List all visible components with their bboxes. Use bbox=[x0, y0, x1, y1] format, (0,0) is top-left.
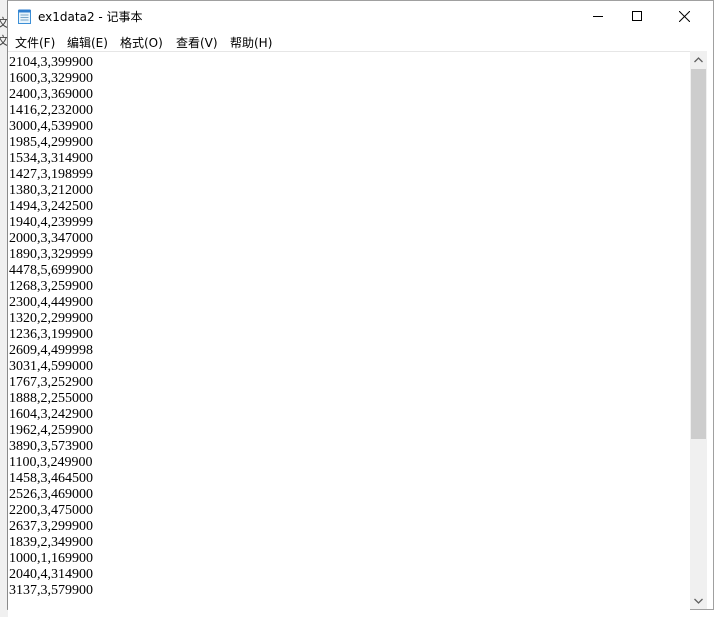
text-line: 1416,2,232000 bbox=[9, 103, 93, 118]
scroll-up-icon bbox=[694, 56, 703, 62]
text-line: 2637,3,299900 bbox=[9, 519, 93, 534]
scroll-down-button[interactable] bbox=[690, 592, 707, 609]
text-line: 1494,3,242500 bbox=[9, 199, 93, 214]
close-button[interactable] bbox=[661, 1, 707, 31]
scroll-down-icon bbox=[694, 598, 703, 604]
text-line: 2200,3,475000 bbox=[9, 503, 93, 518]
text-line: 1268,3,259900 bbox=[9, 279, 93, 294]
text-line: 1100,3,249900 bbox=[9, 455, 93, 470]
text-line: 1320,2,299900 bbox=[9, 311, 93, 326]
maximize-button[interactable] bbox=[614, 1, 660, 31]
text-line: 1767,3,252900 bbox=[9, 375, 93, 390]
text-line: 2300,4,449900 bbox=[9, 295, 93, 310]
text-line: 3890,3,573900 bbox=[9, 439, 93, 454]
text-line: 1890,3,329999 bbox=[9, 247, 93, 262]
text-line: 1534,3,314900 bbox=[9, 151, 93, 166]
menu-bar: 文件(F) 编辑(E) 格式(O) 查看(V) 帮助(H) bbox=[8, 32, 713, 51]
menu-format[interactable]: 格式(O) bbox=[120, 34, 163, 51]
menu-edit[interactable]: 编辑(E) bbox=[67, 34, 108, 51]
text-line: 1000,1,169900 bbox=[9, 551, 93, 566]
close-icon bbox=[678, 10, 690, 22]
notepad-window: ex1data2 - 记事本 文件(F) 编辑(E) 格式(O) 查看(V) 帮… bbox=[7, 0, 714, 610]
text-line: 1839,2,349900 bbox=[9, 535, 93, 550]
text-line: 1236,3,199900 bbox=[9, 327, 93, 342]
maximize-icon bbox=[632, 11, 642, 21]
text-line: 2609,4,499998 bbox=[9, 343, 93, 358]
text-line: 1380,3,212000 bbox=[9, 183, 93, 198]
text-line: 3031,4,599000 bbox=[9, 359, 93, 374]
text-line: 1427,3,198999 bbox=[9, 167, 93, 182]
notepad-icon bbox=[18, 9, 31, 24]
text-line: 3137,3,579900 bbox=[9, 583, 93, 598]
vertical-scrollbar[interactable] bbox=[690, 51, 707, 609]
text-line: 1985,4,299900 bbox=[9, 135, 93, 150]
text-line: 1940,4,239999 bbox=[9, 215, 93, 230]
window-title: ex1data2 - 记事本 bbox=[38, 10, 143, 24]
minimize-icon bbox=[593, 16, 603, 17]
text-line: 2040,4,314900 bbox=[9, 567, 93, 582]
menu-view[interactable]: 查看(V) bbox=[176, 34, 218, 51]
text-line: 3000,4,539900 bbox=[9, 119, 93, 134]
text-line: 2400,3,369000 bbox=[9, 87, 93, 102]
text-line: 1600,3,329900 bbox=[9, 71, 93, 86]
menu-file[interactable]: 文件(F) bbox=[15, 34, 55, 51]
menu-help[interactable]: 帮助(H) bbox=[230, 34, 272, 51]
text-line: 2104,3,399900 bbox=[9, 55, 93, 70]
text-line: 1962,4,259900 bbox=[9, 423, 93, 438]
scroll-up-button[interactable] bbox=[690, 51, 707, 68]
text-line: 1604,3,242900 bbox=[9, 407, 93, 422]
text-editor[interactable]: 2104,3,399900 1600,3,329900 2400,3,369000 1… bbox=[8, 51, 690, 610]
text-line: 1458,3,464500 bbox=[9, 471, 93, 486]
scroll-thumb[interactable] bbox=[691, 69, 706, 439]
text-line: 2000,3,347000 bbox=[9, 231, 93, 246]
text-line: 2526,3,469000 bbox=[9, 487, 93, 502]
title-bar[interactable]: ex1data2 - 记事本 bbox=[8, 1, 713, 32]
text-line: 1888,2,255000 bbox=[9, 391, 93, 406]
text-line: 4478,5,699900 bbox=[9, 263, 93, 278]
